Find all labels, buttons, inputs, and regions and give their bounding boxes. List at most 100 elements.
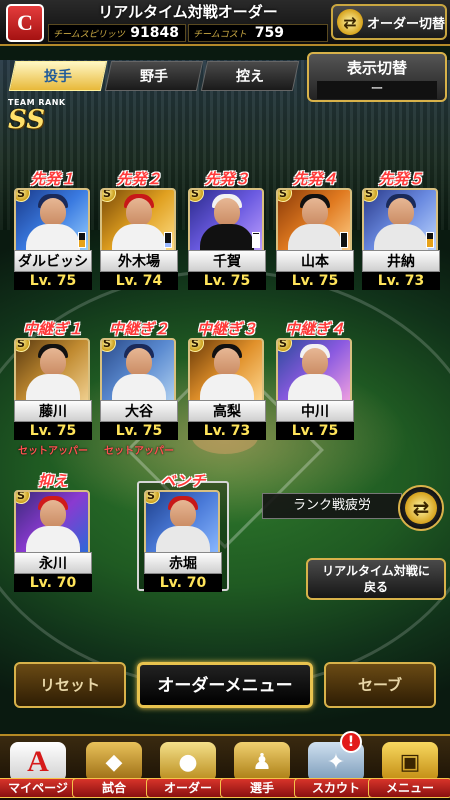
player-head (302, 198, 328, 226)
action-row: リセット オーダーメニュー セーブ (0, 662, 450, 710)
team-cost-bar: チームコスト 759 (188, 24, 328, 42)
starter-slot-1[interactable]: 先発１ S ダルビッシュ Lv. 75 (14, 168, 92, 292)
tab-fielder-label: 野手 (140, 69, 168, 85)
rank-s-icon: S (190, 190, 204, 202)
player-level: Lv. 75 (188, 272, 266, 290)
nav-scout[interactable]: ✦ スカウト (294, 740, 378, 798)
player-card: S (188, 188, 264, 254)
swap-icon: ⇄ (337, 9, 363, 35)
team-spirit-value: 91848 (130, 25, 179, 41)
nav-order-label: オーダー (146, 778, 230, 798)
player-card: S (100, 188, 176, 254)
reliever-slot-1[interactable]: 中継ぎ１ S 藤川 Lv. 75 セットアッパー (14, 318, 92, 457)
role-label: 先発１ (30, 170, 76, 188)
starter-slot-2[interactable]: 先発２ S 外木場 Lv. 74 (100, 168, 178, 290)
stamina-fill (253, 234, 259, 247)
starter-slot-4[interactable]: 先発４ S 山本 Lv. 75 (276, 168, 354, 290)
nav-mypage-label: マイページ (0, 778, 80, 798)
team-spirit-label: チームスピリッツ (53, 29, 125, 40)
return-label-line2: 戻る (363, 580, 388, 594)
player-level: Lv. 75 (14, 422, 92, 440)
stamina-gauge (252, 232, 260, 248)
team-spirit-bar: チームスピリッツ 91848 (48, 24, 186, 42)
nav-menu-label: メニュー (368, 778, 450, 798)
player-head (214, 348, 240, 376)
stamina-fill (165, 242, 171, 247)
stamina-gauge (340, 232, 348, 248)
tab-reserve-label: 控え (236, 69, 264, 85)
menu-icon: ▣ (382, 742, 438, 782)
order-menu-button[interactable]: オーダーメニュー (137, 662, 313, 708)
player-name: 山本 (276, 250, 354, 272)
swap-icon: ⇄ (405, 492, 437, 524)
match-icon: ◆ (86, 742, 142, 782)
player-level: Lv. 73 (362, 272, 440, 290)
player-name: 藤川 (14, 400, 92, 422)
display-toggle-label: 表示切替 (346, 59, 407, 77)
page-title: リアルタイム対戦オーダー (98, 3, 278, 21)
team-cost-value: 759 (254, 25, 284, 41)
order-icon: ● (160, 742, 216, 782)
rank-s-icon: S (16, 190, 30, 202)
return-label-line1: リアルタイム対戦に (322, 564, 430, 578)
player-head (388, 198, 414, 226)
player-head (126, 348, 152, 376)
save-button[interactable]: セーブ (324, 662, 436, 708)
bench-slot[interactable]: ベンチ S 赤堀 Lv. 70 (144, 470, 222, 592)
reliever-slot-4[interactable]: 中継ぎ４ S 中川 Lv. 75 (276, 318, 354, 442)
position-tabs: 投手 野手 控え (8, 61, 300, 91)
closer-role-label: 抑え (37, 472, 68, 490)
closer-card: S (14, 490, 90, 556)
sub-role-label: セットアッパー (104, 446, 174, 457)
bench-level: Lv. 70 (144, 574, 222, 592)
player-head (214, 198, 240, 226)
player-name: 外木場 (100, 250, 178, 272)
display-toggle-button[interactable]: 表示切替 ー (307, 52, 447, 102)
tab-reserve[interactable]: 控え (200, 61, 300, 91)
role-label: 中継ぎ２ (108, 320, 169, 338)
order-switch-button[interactable]: ⇄ オーダー切替 (331, 4, 447, 40)
player-head (40, 198, 66, 226)
nav-match-label: 試合 (72, 778, 156, 798)
player-card: S (14, 338, 90, 404)
tab-pitcher[interactable]: 投手 (8, 61, 108, 91)
bottom-nav: A マイページ ◆ 試合 ● オーダー ♟ 選手 ✦ スカウト ▣ メニュー (0, 734, 450, 800)
player-card: S (276, 338, 352, 404)
tab-fielder[interactable]: 野手 (104, 61, 204, 91)
player-name: 井納 (362, 250, 440, 272)
reset-button[interactable]: リセット (14, 662, 126, 708)
reliever-slot-3[interactable]: 中継ぎ３ S 高梨 Lv. 73 (188, 318, 266, 442)
reliever-slot-2[interactable]: 中継ぎ２ S 大谷 Lv. 75 セットアッパー (100, 318, 178, 457)
role-label: 先発２ (116, 170, 162, 188)
nav-match[interactable]: ◆ 試合 (72, 740, 156, 798)
order-switch-label: オーダー切替 (367, 16, 446, 32)
rank-s-icon: S (278, 340, 292, 352)
player-level: Lv. 73 (188, 422, 266, 440)
return-realtime-button[interactable]: リアルタイム対戦に 戻る (306, 558, 446, 600)
nav-players-label: 選手 (220, 778, 304, 798)
player-level: Lv. 75 (276, 272, 354, 290)
rank-fatigue-label: ランク戦疲労 (262, 493, 402, 519)
player-head (302, 348, 328, 376)
role-label: 中継ぎ４ (284, 320, 345, 338)
player-level: Lv. 74 (100, 272, 178, 290)
team-cost-label: チームコスト (193, 29, 247, 40)
display-toggle-value: ー (317, 81, 437, 99)
role-label: 中継ぎ１ (22, 320, 83, 338)
nav-order[interactable]: ● オーダー (146, 740, 230, 798)
nav-mypage[interactable]: A マイページ (0, 740, 80, 798)
starter-slot-5[interactable]: 先発５ S 井納 Lv. 73 (362, 168, 440, 290)
closer-slot[interactable]: 抑え S 永川 Lv. 70 (14, 470, 92, 592)
rank-s-icon: S (146, 492, 160, 504)
bench-name: 赤堀 (144, 552, 222, 574)
closer-level: Lv. 70 (14, 574, 92, 592)
players-icon: ♟ (234, 742, 290, 782)
nav-menu[interactable]: ▣ メニュー (368, 740, 450, 798)
stamina-gauge (426, 232, 434, 248)
role-label: 先発３ (204, 170, 250, 188)
player-head (40, 500, 66, 528)
nav-players[interactable]: ♟ 選手 (220, 740, 304, 798)
starter-slot-3[interactable]: 先発３ S 千賀 Lv. 75 (188, 168, 266, 290)
rank-fatigue-toggle-button[interactable]: ⇄ (398, 485, 444, 531)
bench-card: S (144, 490, 220, 556)
